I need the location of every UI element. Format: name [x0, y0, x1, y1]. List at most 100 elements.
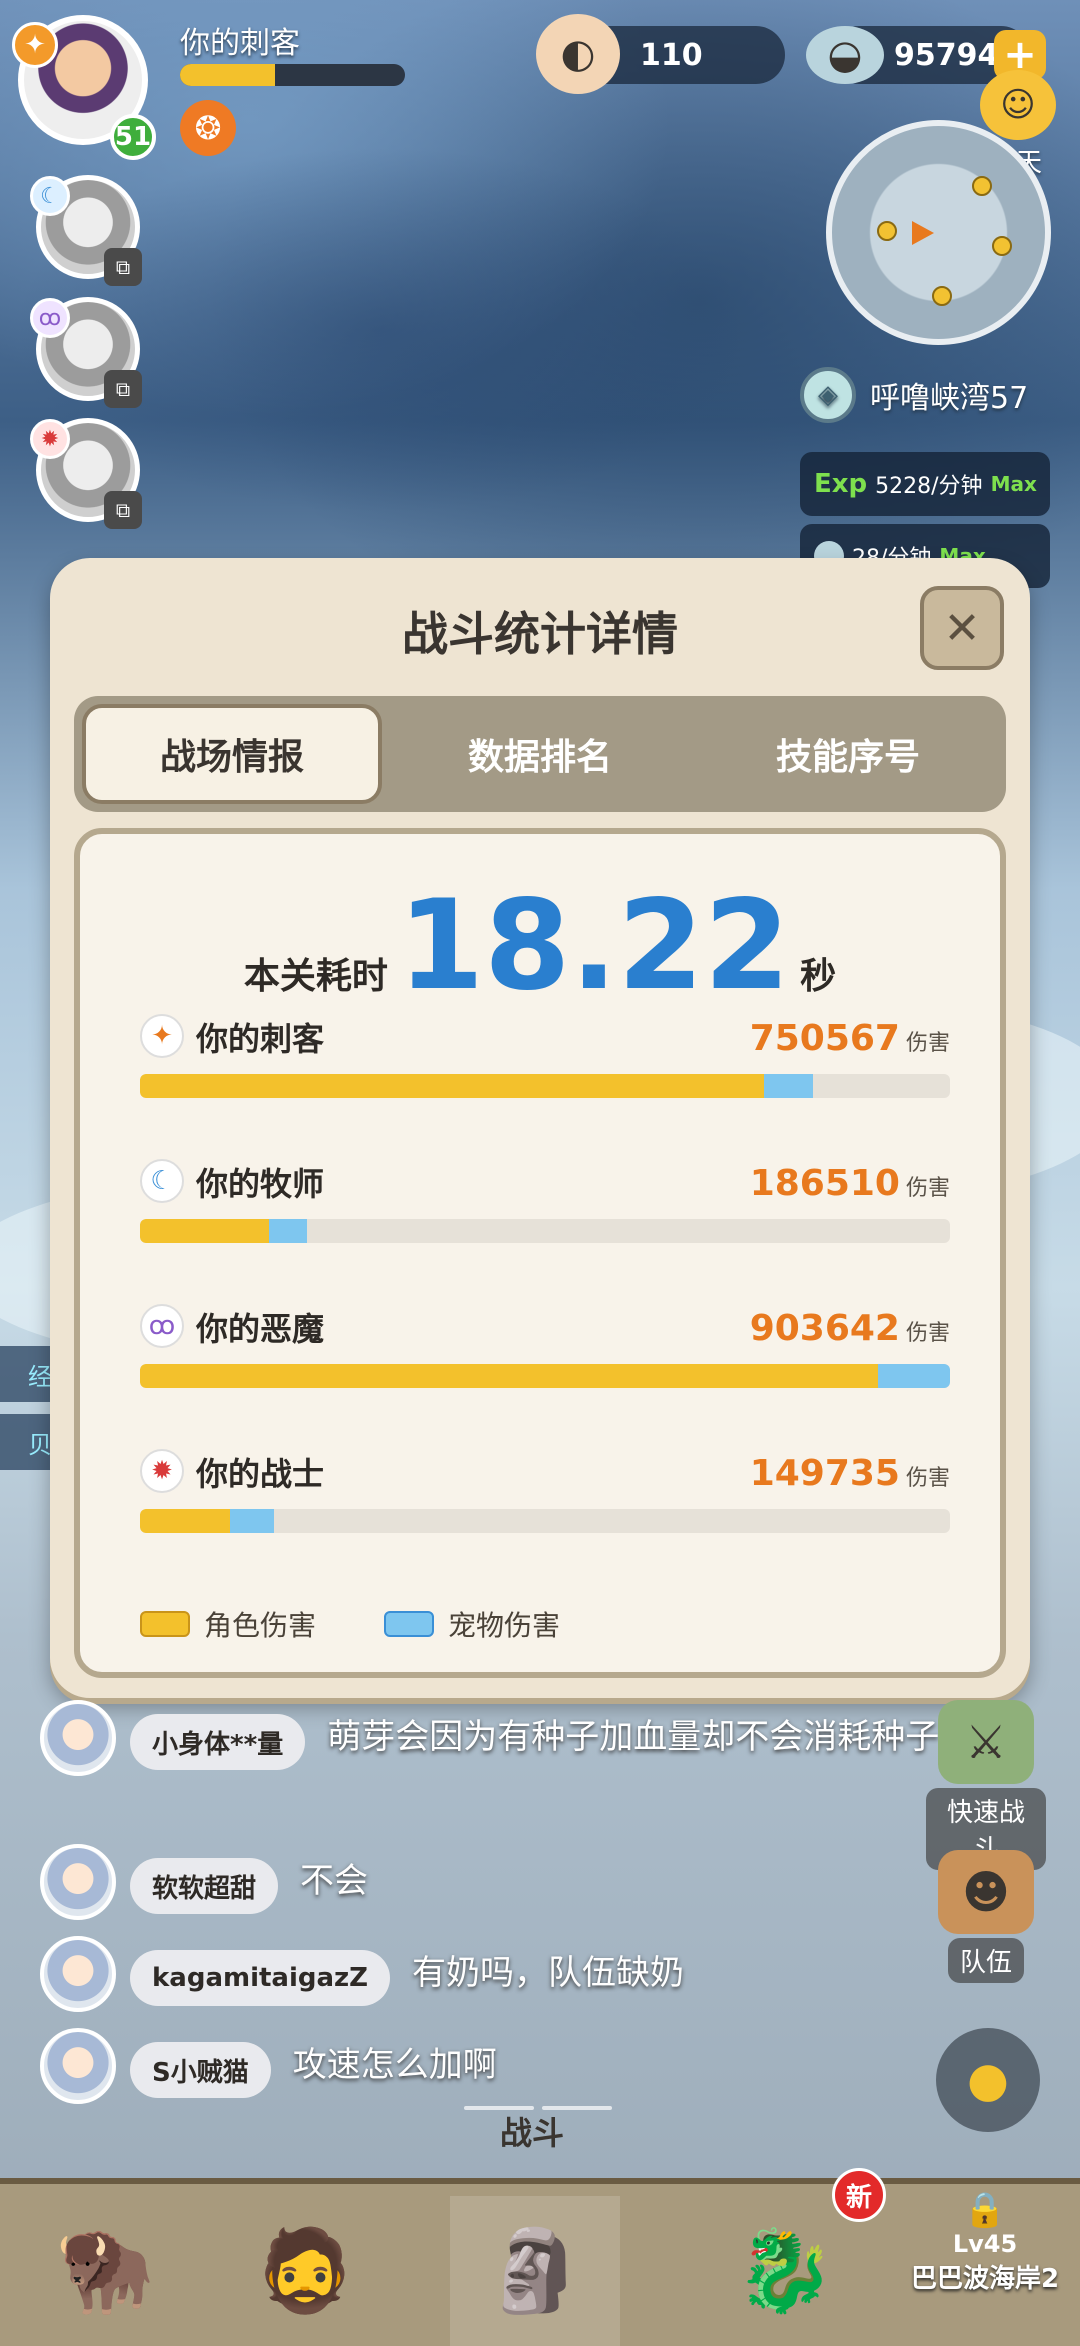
stats-tabbar: 战场情报 数据排名 技能序号	[74, 696, 1006, 812]
class-icon: ✦	[140, 1014, 184, 1058]
character-damage-bar	[140, 1219, 270, 1243]
panel-title: 战斗统计详情	[402, 607, 678, 661]
player-hp-bar	[180, 64, 405, 86]
damage-value: 750567 伤害	[750, 1018, 950, 1059]
character-name: 你的恶魔	[196, 1310, 325, 1348]
chat-avatar[interactable]	[40, 1844, 116, 1920]
damage-bar-track	[140, 1364, 950, 1388]
battle-stats-panel: 战斗统计详情 ✕ 战场情报 数据排名 技能序号 本关耗时 18.22 秒 ✦ 你的…	[50, 558, 1030, 1698]
nav-locked-area[interactable]: 🔒 Lv45 巴巴波海岸2	[900, 2190, 1070, 2340]
pearl-icon: ◐	[536, 14, 620, 94]
character-name: 你的战士	[196, 1455, 325, 1493]
priest-class-icon: ☾	[30, 176, 70, 216]
chat-message[interactable]: S小贼猫 攻速怎么加啊	[40, 2028, 497, 2104]
damage-number: 750567	[749, 1018, 900, 1059]
location-indicator[interactable]: ◈ 呼噜峡湾57	[800, 360, 1028, 430]
pet-damage-bar	[269, 1219, 308, 1243]
chat-avatar[interactable]	[40, 2028, 116, 2104]
damage-row: ✹ 你的战士 149735 伤害	[140, 1449, 950, 1559]
damage-row: ꝏ 你的恶魔 903642 伤害	[140, 1304, 950, 1414]
location-name: 呼噜峡湾57	[870, 381, 1029, 416]
chat-message[interactable]: kagamitaigazZ 有奶吗，队伍缺奶	[40, 1936, 684, 2012]
exp-rate: 5228/分钟	[875, 474, 983, 499]
chat-username[interactable]: S小贼猫	[130, 2042, 271, 2098]
stage-time-unit: 秒	[800, 956, 837, 997]
stage-time-value: 18.22	[397, 874, 791, 1018]
exp-tag: Exp	[814, 469, 868, 499]
tab-skill-sequence[interactable]: 技能序号	[698, 704, 998, 804]
team-label: 队伍	[947, 1938, 1024, 1983]
player-marker-icon	[912, 221, 934, 245]
tab-data-ranking[interactable]: 数据排名	[390, 704, 690, 804]
player-name: 你的刺客	[180, 26, 300, 61]
legend-character-label: 角色伤害	[204, 1609, 317, 1642]
nav-pet[interactable]: 🐉	[700, 2196, 870, 2346]
new-badge: 新	[832, 2168, 886, 2222]
chat-username[interactable]: kagamitaigazZ	[130, 1950, 391, 2006]
chat-text: 有奶吗，队伍缺奶	[412, 1953, 685, 1993]
tab-battle-info[interactable]: 战场情报	[82, 704, 382, 804]
pet-damage-bar	[229, 1509, 275, 1533]
nav-battle-label: 战斗	[500, 2114, 565, 2152]
speech-bubble-icon: ●	[967, 2052, 1009, 2108]
damage-value: 186510 伤害	[750, 1163, 950, 1204]
character-name: 你的刺客	[196, 1020, 325, 1058]
close-button[interactable]: ✕	[920, 586, 1004, 670]
character-damage-bar	[140, 1364, 878, 1388]
chat-avatar[interactable]	[40, 1700, 116, 1776]
damage-unit: 伤害	[905, 1466, 950, 1491]
nav-character-1[interactable]: 🦬	[20, 2196, 190, 2346]
character-damage-bar	[140, 1074, 764, 1098]
damage-bar-track	[140, 1074, 950, 1098]
exp-rate-box: Exp 5228/分钟 Max	[800, 452, 1050, 516]
shell-count: 95794	[894, 37, 999, 73]
assassin-class-icon: ✦	[12, 22, 58, 68]
chat-username[interactable]: 软软超甜	[130, 1858, 279, 1914]
party-member-action-icon[interactable]: ⧉	[104, 248, 142, 286]
stage-time: 本关耗时 18.22 秒	[80, 884, 1000, 1008]
shell-icon: ◒	[806, 26, 884, 84]
party-member-action-icon[interactable]: ⧉	[104, 491, 142, 529]
class-icon: ☾	[140, 1159, 184, 1203]
legend-character-swatch	[140, 1611, 190, 1637]
damage-unit: 伤害	[905, 1321, 950, 1346]
location-icon: ◈	[800, 367, 856, 423]
chat-message[interactable]: 软软超甜 不会	[40, 1844, 368, 1920]
damage-number: 186510	[749, 1163, 900, 1204]
chat-input-button[interactable]: ●	[936, 2028, 1040, 2132]
damage-unit: 伤害	[905, 1176, 950, 1201]
locked-area-name: 巴巴波海岸2	[910, 2264, 1060, 2294]
damage-row: ☾ 你的牧师 186510 伤害	[140, 1159, 950, 1269]
damage-number: 903642	[749, 1308, 900, 1349]
damage-bar-track	[140, 1219, 950, 1243]
pearl-count: 110	[640, 37, 703, 73]
chat-text: 萌芽会因为有种子加血量却不会消耗种子?	[327, 1717, 958, 1757]
chat-message[interactable]: 小身体**量 萌芽会因为有种子加血量却不会消耗种子?	[40, 1700, 1027, 1776]
player-level-badge: 51	[110, 114, 156, 160]
chart-legend: 角色伤害 宠物伤害	[140, 1604, 560, 1644]
damage-value: 149735 伤害	[750, 1453, 950, 1494]
quick-battle-icon: ⚔	[938, 1700, 1034, 1784]
character-name: 你的牧师	[196, 1165, 325, 1203]
buff-icon[interactable]: ❂	[180, 100, 236, 156]
party-member-action-icon[interactable]: ⧉	[104, 370, 142, 408]
class-icon: ✹	[140, 1449, 184, 1493]
damage-bar-track	[140, 1509, 950, 1533]
quick-battle-button[interactable]: ⚔ 快速战斗	[926, 1700, 1046, 1870]
warrior-class-icon: ✹	[30, 419, 70, 459]
legend-pet-swatch	[384, 1611, 435, 1637]
nav-battle[interactable]: 🗿	[450, 2196, 620, 2346]
damage-row: ✦ 你的刺客 750567 伤害	[140, 1014, 950, 1124]
damage-number: 149735	[749, 1453, 900, 1494]
demon-class-icon: ꝏ	[30, 298, 70, 338]
minimap[interactable]	[826, 120, 1051, 345]
nav-character-2[interactable]: 🧔	[220, 2196, 390, 2346]
lock-icon: 🔒	[963, 2190, 1007, 2230]
team-button[interactable]: ☻ 队伍	[926, 1850, 1046, 1983]
legend-pet-label: 宠物伤害	[448, 1609, 561, 1642]
chat-avatar[interactable]	[40, 1936, 116, 2012]
pet-damage-bar	[877, 1364, 950, 1388]
character-damage-bar	[140, 1509, 230, 1533]
damage-value: 903642 伤害	[750, 1308, 950, 1349]
chat-text: 攻速怎么加啊	[292, 2045, 497, 2085]
